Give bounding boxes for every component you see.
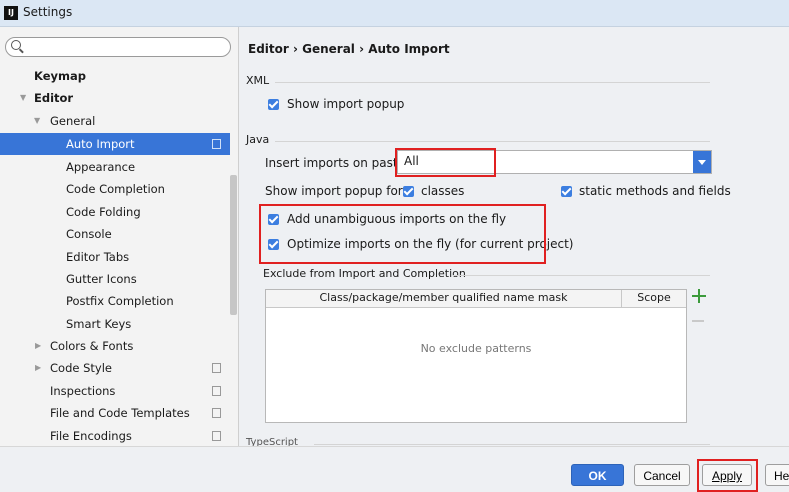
sidebar-item-appearance[interactable]: Appearance (0, 156, 230, 178)
sidebar-item-code-folding[interactable]: Code Folding (0, 201, 230, 223)
show-popup-for-label: Show import popup for: (265, 184, 407, 198)
insert-imports-label: Insert imports on paste: (265, 156, 410, 170)
title-bar: IJ Settings (0, 0, 789, 27)
search-icon (11, 40, 21, 50)
highlight-annotation (259, 204, 546, 264)
sidebar-scrollbar[interactable] (230, 175, 237, 315)
help-button[interactable]: Help (765, 464, 789, 486)
sidebar-item-file-encodings[interactable]: File Encodings (0, 425, 230, 446)
ok-button[interactable]: OK (571, 464, 624, 486)
intellij-app-icon: IJ (4, 6, 18, 20)
project-settings-icon (212, 408, 221, 418)
collapsed-arrow-icon[interactable]: ▶ (35, 335, 41, 357)
sidebar-item-postfix-completion[interactable]: Postfix Completion (0, 290, 230, 312)
sidebar-item-keymap[interactable]: Keymap (0, 65, 230, 87)
section-divider (453, 275, 710, 276)
sidebar-item-editor[interactable]: ▼ Editor (0, 87, 230, 109)
table-header: Class/package/member qualified name mask… (266, 290, 686, 308)
sidebar-item-code-style[interactable]: ▶ Code Style (0, 357, 230, 379)
sidebar-item-editor-tabs[interactable]: Editor Tabs (0, 246, 230, 268)
search-input[interactable] (26, 39, 221, 55)
section-title-xml: XML (246, 74, 270, 87)
static-methods-label: static methods and fields (579, 184, 731, 198)
sidebar-item-gutter-icons[interactable]: Gutter Icons (0, 268, 230, 290)
breadcrumb: Editor › General › Auto Import (248, 42, 450, 56)
column-header-scope[interactable]: Scope (622, 291, 686, 304)
section-title-typescript: TypeScript (246, 437, 298, 446)
classes-checkbox[interactable] (403, 186, 414, 197)
sidebar-item-label: File Encodings (50, 429, 132, 443)
sidebar-item-label: Code Completion (66, 182, 165, 196)
settings-sidebar: Keymap ▼ Editor ▼ General Auto Import Ap… (0, 27, 239, 446)
section-divider (275, 141, 710, 142)
sidebar-item-label: Colors & Fonts (50, 339, 134, 353)
sidebar-item-label: File and Code Templates (50, 406, 190, 420)
empty-table-message: No exclude patterns (420, 342, 532, 355)
collapsed-arrow-icon[interactable]: ▶ (35, 357, 41, 379)
sidebar-item-label: Editor (34, 91, 74, 105)
sidebar-item-label: Gutter Icons (66, 272, 137, 286)
sidebar-item-label: Code Style (50, 361, 112, 375)
project-settings-icon (212, 386, 221, 396)
highlight-annotation (395, 148, 496, 177)
section-title-java: Java (246, 133, 270, 146)
sidebar-item-label: General (50, 114, 96, 128)
static-methods-checkbox[interactable] (561, 186, 572, 197)
project-settings-icon (212, 431, 221, 441)
sidebar-item-label: Postfix Completion (66, 294, 174, 308)
sidebar-item-inspections[interactable]: Inspections (0, 380, 230, 402)
sidebar-item-file-code-templates[interactable]: File and Code Templates (0, 402, 230, 424)
sidebar-item-auto-import[interactable]: Auto Import (0, 133, 230, 155)
remove-icon[interactable] (692, 320, 704, 322)
add-icon[interactable] (692, 289, 706, 303)
sidebar-item-console[interactable]: Console (0, 223, 230, 245)
section-divider (314, 444, 710, 445)
exclude-table[interactable]: Class/package/member qualified name mask… (265, 289, 687, 423)
show-import-popup-label: Show import popup (287, 97, 405, 111)
column-header-mask[interactable]: Class/package/member qualified name mask (266, 291, 621, 304)
sidebar-item-colors-fonts[interactable]: ▶ Colors & Fonts (0, 335, 230, 357)
sidebar-item-label: Keymap (34, 69, 86, 83)
classes-label: classes (421, 184, 465, 198)
dropdown-arrow-icon[interactable] (693, 151, 711, 173)
section-divider (275, 82, 710, 83)
sidebar-item-label: Inspections (50, 384, 116, 398)
expanded-arrow-icon[interactable]: ▼ (20, 87, 26, 109)
sidebar-item-label: Console (66, 227, 112, 241)
expanded-arrow-icon[interactable]: ▼ (34, 110, 40, 132)
cancel-button[interactable]: Cancel (634, 464, 690, 486)
sidebar-item-code-completion[interactable]: Code Completion (0, 178, 230, 200)
show-import-popup-checkbox[interactable] (268, 99, 279, 110)
sidebar-item-label: Code Folding (66, 205, 141, 219)
window-title: Settings (23, 5, 73, 19)
settings-content: Editor › General › Auto Import XML Show … (239, 27, 789, 446)
highlight-annotation (697, 459, 758, 492)
sidebar-item-label: Auto Import (66, 137, 135, 151)
search-box[interactable] (5, 37, 231, 57)
sidebar-item-label: Editor Tabs (66, 250, 130, 264)
sidebar-item-label: Appearance (66, 160, 136, 174)
sidebar-item-smart-keys[interactable]: Smart Keys (0, 313, 230, 335)
sidebar-item-label: Smart Keys (66, 317, 132, 331)
project-settings-icon (212, 363, 221, 373)
dialog-footer: OK Cancel Apply Help (0, 446, 789, 492)
sidebar-item-general[interactable]: ▼ General (0, 110, 230, 132)
project-settings-icon (212, 139, 221, 149)
section-title-exclude: Exclude from Import and Completion (263, 267, 466, 280)
